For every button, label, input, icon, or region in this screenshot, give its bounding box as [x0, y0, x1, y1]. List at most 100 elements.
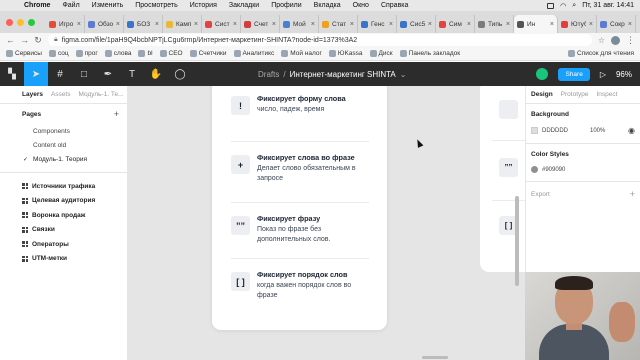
page-item-current[interactable]: Модуль-1. Теория	[0, 152, 127, 166]
layer-item[interactable]: Воронка продаж	[0, 208, 127, 223]
close-tab-icon[interactable]: ×	[506, 21, 510, 28]
color-style-row[interactable]: #909090	[531, 166, 635, 173]
tab-assets[interactable]: Assets	[51, 91, 71, 98]
maximize-window-icon[interactable]	[28, 19, 35, 26]
share-button[interactable]: Share	[558, 67, 590, 81]
close-tab-icon[interactable]: ×	[428, 21, 432, 28]
bookmark-star-icon[interactable]: ☆	[598, 36, 605, 45]
color-style-name[interactable]: #909090	[542, 167, 565, 173]
chevron-down-icon[interactable]: ⌄	[400, 70, 407, 79]
bookmark-item[interactable]: соц	[48, 50, 69, 57]
hand-tool-icon[interactable]: ✋	[144, 62, 168, 86]
back-icon[interactable]: ←	[6, 35, 15, 45]
file-title[interactable]: Интернет-маркетинг SHINTA	[290, 70, 396, 79]
lock-icon[interactable]: 🔒︎	[54, 36, 58, 44]
menu-bookmarks[interactable]: Закладки	[223, 2, 265, 9]
close-tab-icon[interactable]: ×	[77, 21, 81, 28]
layer-item[interactable]: Источники трафика	[0, 179, 127, 194]
browser-tab[interactable]: Сим ×	[436, 15, 475, 33]
present-icon[interactable]: ▷	[600, 70, 606, 79]
menu-help[interactable]: Справка	[375, 2, 414, 9]
frame-card[interactable]: ! Фиксирует форму слова число, падеж, врем…	[212, 86, 387, 330]
url-field[interactable]: 🔒︎ figma.com/file/1paH9Q4bcbNPTjLCgu6rmp…	[48, 34, 592, 46]
bookmark-item[interactable]: слова	[104, 50, 131, 57]
comment-tool-icon[interactable]: ◯	[168, 62, 192, 86]
minimize-window-icon[interactable]	[17, 19, 24, 26]
canvas[interactable]: ! Фиксирует форму слова число, падеж, врем…	[128, 86, 525, 360]
search-icon[interactable]: ⌕	[572, 2, 576, 10]
background-opacity[interactable]: 100%	[590, 128, 605, 134]
layer-item[interactable]: Операторы	[0, 237, 127, 252]
browser-tab[interactable]: Сист ×	[202, 15, 241, 33]
close-window-icon[interactable]	[6, 19, 13, 26]
browser-tab[interactable]: Обзо ×	[85, 15, 124, 33]
browser-tab[interactable]: Счет ×	[241, 15, 280, 33]
browser-tab[interactable]: Ютуб×	[558, 15, 597, 33]
tab-layers[interactable]: Layers	[22, 91, 43, 98]
close-tab-icon[interactable]: ×	[589, 21, 593, 28]
menu-history[interactable]: История	[184, 2, 223, 9]
close-tab-icon[interactable]: ×	[550, 21, 554, 28]
chrome-menu-icon[interactable]: ⋮	[626, 35, 635, 46]
page-item[interactable]: Content old	[0, 138, 127, 152]
bookmark-item[interactable]: Сервисы	[6, 50, 42, 57]
browser-tab[interactable]: Типь ×	[475, 15, 514, 33]
horizontal-scrollbar[interactable]	[422, 356, 448, 359]
close-tab-icon[interactable]: ×	[155, 21, 159, 28]
add-export-icon[interactable]: +	[630, 189, 635, 199]
forward-icon[interactable]: →	[20, 35, 29, 45]
bookmark-item[interactable]: Счетчики	[189, 50, 227, 57]
move-tool-icon[interactable]: ➤	[24, 62, 48, 86]
tab-design[interactable]: Design	[531, 91, 553, 98]
reading-list[interactable]: Список для чтения	[568, 50, 634, 57]
background-fill-row[interactable]: DDDDDD 100% ◉	[531, 126, 635, 135]
clock[interactable]: Пт, 31 авг. 14:41	[582, 2, 634, 9]
profile-avatar[interactable]	[611, 35, 620, 45]
browser-tab[interactable]: Игро ×	[46, 15, 85, 33]
close-tab-icon[interactable]: ×	[233, 21, 237, 28]
menu-file[interactable]: Файл	[56, 2, 85, 9]
zoom-level[interactable]: 96%	[616, 70, 632, 79]
bookmark-item[interactable]: bl	[138, 50, 153, 57]
menu-edit[interactable]: Изменить	[86, 2, 130, 9]
close-tab-icon[interactable]: ×	[628, 21, 632, 28]
browser-tab[interactable]: Генс ×	[358, 15, 397, 33]
battery-icon[interactable]	[547, 2, 555, 9]
background-hex[interactable]: DDDDDD	[542, 128, 568, 134]
browser-tab[interactable]: БОЗ ×	[124, 15, 163, 33]
bookmark-item[interactable]: Аналитикс	[233, 50, 274, 57]
user-avatar[interactable]	[536, 68, 549, 80]
close-tab-icon[interactable]: ×	[272, 21, 276, 28]
bookmark-item[interactable]: CEO	[159, 50, 183, 57]
bookmark-item[interactable]: Мой налог	[281, 50, 322, 57]
layer-item[interactable]: Целевая аудитория	[0, 194, 127, 209]
browser-tab[interactable]: Мой ×	[280, 15, 319, 33]
close-tab-icon[interactable]: ×	[350, 21, 354, 28]
vertical-scrollbar[interactable]	[515, 196, 519, 286]
browser-tab[interactable]: Сис5 ×	[397, 15, 436, 33]
close-tab-icon[interactable]: ×	[467, 21, 471, 28]
tab-active[interactable]: Ин ×	[514, 15, 558, 33]
menu-window[interactable]: Окно	[347, 2, 375, 9]
bookmark-item[interactable]: прог	[75, 50, 98, 57]
shape-tool-icon[interactable]: □	[72, 62, 96, 86]
drafts-link[interactable]: Drafts	[258, 70, 279, 79]
close-tab-icon[interactable]: ×	[311, 21, 315, 28]
close-tab-icon[interactable]: ×	[389, 21, 393, 28]
close-tab-icon[interactable]: ×	[116, 21, 120, 28]
reload-icon[interactable]: ↻	[34, 35, 42, 46]
color-style-swatch[interactable]	[531, 166, 538, 173]
close-tab-icon[interactable]: ×	[194, 21, 198, 28]
frame-tool-icon[interactable]: #	[48, 62, 72, 86]
current-page-selector[interactable]: Модуль-1. Те...	[78, 91, 123, 98]
menu-view[interactable]: Просмотреть	[129, 2, 183, 9]
browser-tab[interactable]: Сокр ×	[597, 15, 636, 33]
wifi-icon[interactable]: ◠	[560, 2, 566, 10]
browser-tab[interactable]: Стат ×	[319, 15, 358, 33]
page-item[interactable]: Components	[0, 124, 127, 138]
background-swatch[interactable]	[531, 127, 538, 134]
bookmark-item[interactable]: Диск	[369, 50, 393, 57]
export-row[interactable]: Export +	[531, 189, 635, 199]
browser-tab[interactable]: Камп ×	[163, 15, 202, 33]
menu-tab[interactable]: Вкладка	[308, 2, 347, 9]
